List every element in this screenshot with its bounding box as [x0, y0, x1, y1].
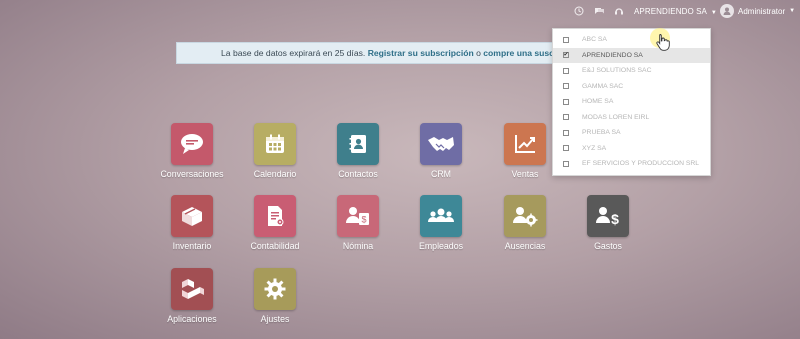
company-option[interactable]: MODAS LOREN EIRL [553, 110, 710, 126]
app-label: Nómina [342, 241, 374, 251]
checkbox[interactable] [563, 98, 569, 105]
app-conversaciones[interactable]: Conversaciones [147, 123, 237, 179]
invoice-icon [268, 206, 284, 226]
company-option-label: XYZ SA [582, 144, 607, 152]
company-option[interactable]: ABC SA [553, 32, 710, 48]
app-ausencias[interactable]: Ausencias [480, 195, 570, 251]
app-crm[interactable]: CRM [396, 123, 486, 179]
company-option[interactable]: EF SERVICIOS Y PRODUCCION SRL [553, 156, 710, 172]
app-tile[interactable]: $ [337, 195, 379, 237]
company-option[interactable]: E&J SOLUTIONS SAC [553, 63, 710, 79]
hand-cursor-icon [656, 34, 670, 51]
company-dropdown: ABC SA ✔ APRENDIENDO SA E&J SOLUTIONS SA… [552, 28, 711, 176]
company-option-label: E&J SOLUTIONS SAC [582, 67, 652, 75]
chart-icon [515, 135, 535, 153]
app-tile[interactable] [504, 123, 546, 165]
checkbox[interactable] [563, 129, 569, 136]
company-option-label: MODAS LOREN EIRL [582, 113, 650, 121]
svg-text:$: $ [611, 211, 619, 227]
app-tile[interactable]: $ [587, 195, 629, 237]
register-subscription-link[interactable]: Registrar su subscripción [368, 48, 474, 58]
app-nomina[interactable]: $ Nómina [313, 195, 403, 251]
checkbox[interactable] [563, 145, 569, 152]
contacts-icon [349, 135, 366, 153]
app-label: Contactos [338, 169, 378, 179]
app-tile[interactable] [171, 123, 213, 165]
top-navbar: APRENDIENDO SA ▼ Administrator ▼ [0, 0, 800, 26]
app-tile[interactable] [337, 123, 379, 165]
banner-connector: o [476, 48, 481, 58]
app-tile[interactable] [254, 268, 296, 310]
app-label: Inventario [172, 241, 212, 251]
app-tile[interactable] [504, 195, 546, 237]
company-option-label: GAMMA SAC [582, 82, 624, 90]
company-switcher-label: APRENDIENDO SA [634, 7, 707, 16]
chat-icon [181, 134, 203, 154]
company-option[interactable]: GAMMA SAC [553, 79, 710, 95]
gear-icon [264, 278, 286, 300]
company-option-label: EF SERVICIOS Y PRODUCCION SRL [582, 160, 700, 168]
app-gastos[interactable]: $ Gastos [563, 195, 653, 251]
banner-text: La base de datos expirará en 25 días. [221, 48, 366, 58]
support-icon[interactable] [612, 6, 626, 20]
user-menu[interactable]: Administrator ▼ [720, 4, 795, 18]
company-switcher[interactable]: APRENDIENDO SA ▼ [634, 7, 717, 16]
app-tile[interactable] [171, 268, 213, 310]
app-tile[interactable] [171, 195, 213, 237]
user-name: Administrator [738, 6, 786, 16]
app-tile[interactable] [254, 123, 296, 165]
company-option-label: HOME SA [582, 98, 614, 106]
svg-text:$: $ [361, 215, 366, 225]
calendar-icon [266, 134, 284, 153]
payroll-icon: $ [346, 207, 369, 225]
absences-icon [513, 207, 538, 227]
caret-down-icon: ▼ [789, 8, 796, 14]
buy-subscription-link[interactable]: compre una suscri [483, 48, 559, 58]
app-label: Contabilidad [250, 241, 300, 251]
app-empleados[interactable]: Empleados [396, 195, 486, 251]
messages-icon[interactable] [592, 6, 606, 20]
caret-down-icon: ▼ [710, 10, 717, 16]
clock-icon[interactable] [572, 6, 586, 20]
app-inventario[interactable]: Inventario [147, 195, 237, 251]
box-icon [182, 207, 202, 226]
app-label: Gastos [594, 241, 622, 251]
app-tile[interactable] [254, 195, 296, 237]
avatar [720, 4, 734, 18]
checkbox-checked[interactable]: ✔ [563, 52, 569, 59]
checkbox[interactable] [563, 36, 569, 43]
company-option[interactable]: PRUEBA SA [553, 125, 710, 141]
app-tile[interactable] [420, 195, 462, 237]
company-option[interactable]: XYZ SA [553, 141, 710, 157]
expenses-icon: $ [596, 207, 619, 227]
checkbox[interactable] [563, 67, 569, 74]
apps-icon [182, 279, 204, 299]
expiration-banner: La base de datos expirará en 25 días. Re… [176, 42, 566, 64]
app-label: Aplicaciones [167, 314, 217, 324]
app-ajustes[interactable]: Ajustes [230, 268, 320, 324]
app-label: Ausencias [504, 241, 546, 251]
company-option-label: ABC SA [582, 36, 607, 44]
app-calendario[interactable]: Calendario [230, 123, 320, 179]
app-label: CRM [430, 169, 452, 179]
checkbox[interactable] [563, 160, 569, 167]
app-label: Ajustes [260, 314, 290, 324]
checkbox[interactable] [563, 114, 569, 121]
handshake-icon [428, 137, 454, 151]
app-contabilidad[interactable]: Contabilidad [230, 195, 320, 251]
company-option-label: APRENDIENDO SA [582, 51, 643, 59]
employees-icon [428, 208, 454, 222]
company-option[interactable]: ✔ APRENDIENDO SA [553, 47, 710, 63]
app-tile[interactable] [420, 123, 462, 165]
company-option[interactable]: HOME SA [553, 94, 710, 110]
company-option-label: PRUEBA SA [582, 129, 621, 137]
app-label: Empleados [418, 241, 463, 251]
app-contactos[interactable]: Contactos [313, 123, 403, 179]
app-aplicaciones[interactable]: Aplicaciones [147, 268, 237, 324]
app-label: Conversaciones [160, 169, 224, 179]
app-label: Calendario [253, 169, 297, 179]
checkbox[interactable] [563, 83, 569, 90]
